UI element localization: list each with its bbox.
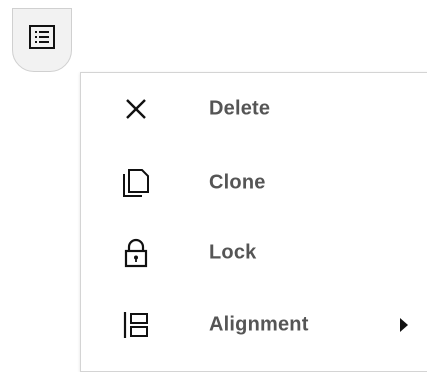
align-left-icon — [119, 308, 153, 342]
list-menu-icon — [29, 25, 55, 49]
menu-item-alignment[interactable]: Alignment — [81, 295, 427, 355]
menu-item-label: Lock — [209, 241, 257, 264]
close-icon — [119, 92, 153, 126]
menu-item-delete[interactable]: Delete — [81, 79, 427, 139]
chevron-right-icon — [400, 318, 408, 332]
lock-icon — [119, 236, 153, 270]
context-menu: Delete Clone Lock Alignment — [80, 72, 427, 372]
menu-trigger-button[interactable] — [12, 8, 72, 72]
menu-item-label: Clone — [209, 171, 266, 194]
menu-item-lock[interactable]: Lock — [81, 223, 427, 283]
menu-item-clone[interactable]: Clone — [81, 153, 427, 213]
menu-item-label: Delete — [209, 97, 271, 120]
copy-icon — [119, 166, 153, 200]
menu-item-label: Alignment — [209, 313, 309, 336]
